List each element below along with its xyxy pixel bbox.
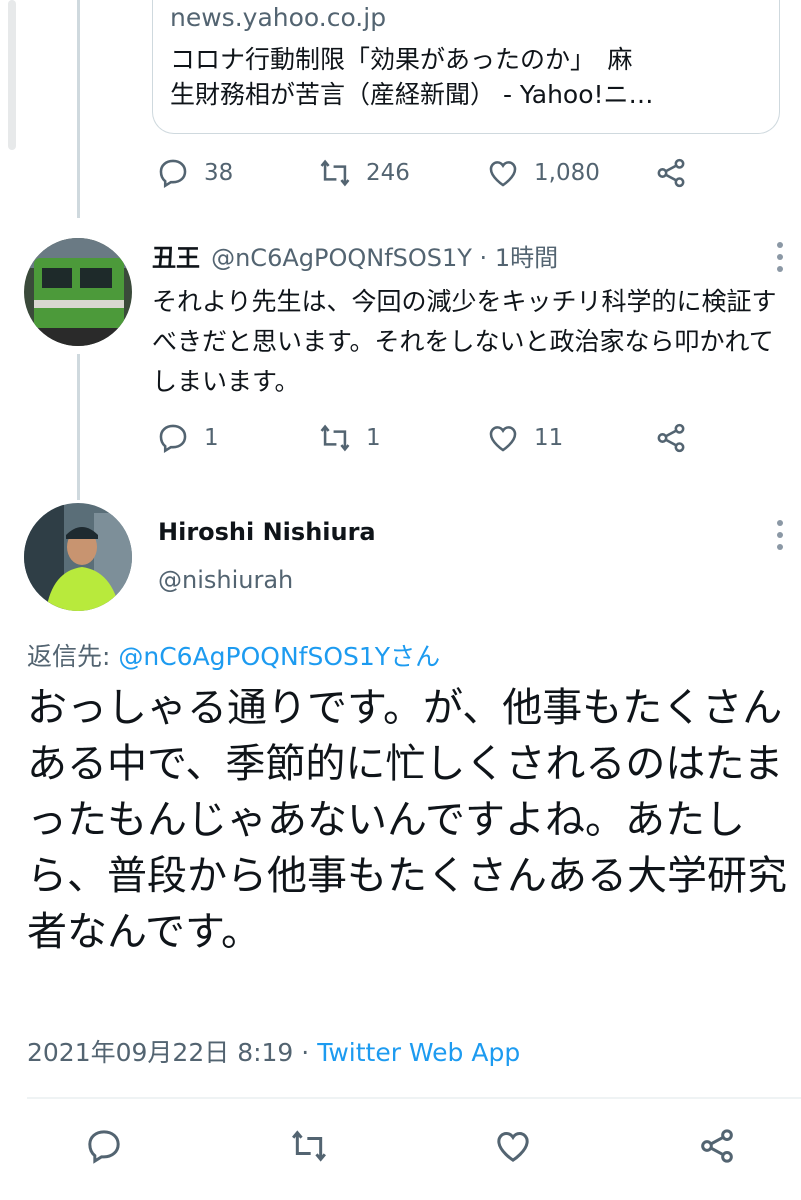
more-icon[interactable]	[775, 240, 785, 274]
like-icon	[489, 161, 517, 187]
share-icon	[657, 158, 685, 188]
share-button[interactable]	[697, 1126, 737, 1170]
like-button[interactable]: 11	[486, 421, 654, 455]
more-icon[interactable]	[775, 518, 785, 552]
reply-count: 38	[204, 160, 234, 186]
reply-target-link[interactable]: @nC6AgPOQNfSOS1Yさん	[118, 642, 440, 671]
retweet-button[interactable]: 1	[318, 421, 486, 455]
display-name[interactable]: Hiroshi Nishiura	[158, 518, 376, 546]
main-tweet-text: おっしゃる通りです。が、他事もたくさんある中で、季節的に忙しくされるのはたまった…	[27, 685, 787, 955]
avatar-train-image	[24, 238, 132, 346]
link-card-title-line: コロナ行動制限「効果があったのか」 麻	[170, 45, 633, 74]
share-icon	[657, 423, 685, 453]
reply-button[interactable]: 38	[156, 156, 318, 190]
tweet-header: 丑王 @nC6AgPOQNfSOS1Y · 1時間	[152, 238, 558, 273]
tweet-actions: 1 1 11	[156, 421, 688, 455]
link-card-title: コロナ行動制限「効果があったのか」 麻 生財務相が苦言（産経新聞） - Yaho…	[170, 42, 770, 112]
retweet-count: 1	[366, 425, 381, 451]
retweet-icon	[292, 1130, 326, 1162]
reply-button[interactable]: 1	[156, 421, 318, 455]
retweet-icon	[320, 159, 350, 187]
reply-count: 1	[204, 425, 219, 451]
tweet-timestamp: 2021年09月22日 8:19 · Twitter Web App	[27, 1033, 520, 1069]
avatar[interactable]	[24, 503, 132, 611]
tweet-text: それより先生は、今回の減少をキッチリ科学的に検証すべきだと思います。それをしない…	[152, 287, 777, 396]
display-name[interactable]: 丑王	[152, 244, 200, 272]
link-card-domain: news.yahoo.co.jp	[170, 3, 387, 32]
scrollbar[interactable]	[8, 0, 16, 150]
reply-icon	[159, 159, 187, 189]
tweet-source-link[interactable]: Twitter Web App	[317, 1038, 520, 1067]
like-count: 11	[534, 425, 564, 451]
handle[interactable]: @nishiurah	[158, 566, 293, 594]
reply-icon	[159, 424, 187, 454]
reply-icon	[88, 1130, 120, 1164]
divider	[27, 1097, 801, 1099]
thread-line	[77, 0, 80, 218]
retweet-count: 246	[366, 160, 410, 186]
thread-line	[77, 354, 80, 500]
like-icon	[489, 426, 517, 452]
share-icon	[701, 1129, 733, 1163]
retweet-icon	[320, 424, 350, 452]
retweet-button[interactable]	[289, 1126, 329, 1170]
retweet-button[interactable]: 246	[318, 156, 486, 190]
like-button[interactable]	[493, 1126, 533, 1170]
avatar-runner-image	[24, 503, 132, 611]
reply-prefix: 返信先:	[27, 642, 119, 671]
link-card-title-line: 生財務相が苦言（産経新聞） - Yahoo!ニ…	[170, 80, 654, 109]
like-count: 1,080	[534, 160, 600, 186]
tweet-date[interactable]: 2021年09月22日 8:19 ·	[27, 1038, 317, 1067]
share-button[interactable]	[654, 156, 688, 190]
like-icon	[497, 1131, 529, 1162]
avatar[interactable]	[24, 238, 132, 346]
handle-time[interactable]: @nC6AgPOQNfSOS1Y · 1時間	[211, 244, 558, 272]
like-button[interactable]: 1,080	[486, 156, 654, 190]
share-button[interactable]	[654, 421, 688, 455]
reply-context: 返信先: @nC6AgPOQNfSOS1Yさん	[27, 637, 440, 673]
tweet-actions: 38 246 1,080	[156, 156, 688, 190]
reply-button[interactable]	[84, 1126, 124, 1170]
